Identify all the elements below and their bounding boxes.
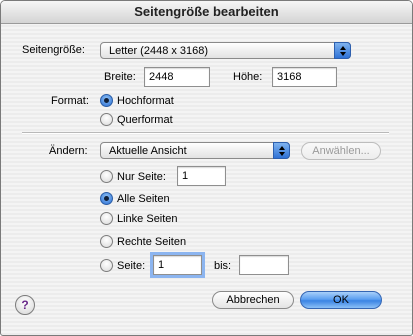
- dialog-window: Seitengröße bearbeiten Seitengröße: Lett…: [0, 0, 413, 336]
- landscape-radio[interactable]: [100, 113, 113, 126]
- page-size-popup[interactable]: Letter (2448 x 3168): [100, 42, 351, 59]
- cancel-button[interactable]: Abbrechen: [212, 291, 294, 309]
- all-pages-radio[interactable]: [100, 192, 113, 205]
- width-field[interactable]: 2448: [144, 67, 210, 87]
- portrait-radio[interactable]: [100, 94, 113, 107]
- portrait-label[interactable]: Hochformat: [117, 93, 174, 109]
- page-from-field[interactable]: 1: [150, 252, 205, 278]
- landscape-label[interactable]: Querformat: [117, 112, 173, 128]
- separator: [22, 132, 389, 134]
- all-pages-label[interactable]: Alle Seiten: [117, 191, 170, 207]
- ok-button[interactable]: OK: [300, 291, 382, 309]
- page-size-value: Letter (2448 x 3168): [109, 45, 209, 57]
- page-size-label: Seitengröße:: [22, 44, 85, 56]
- width-label: Breite:: [104, 71, 136, 83]
- change-label: Ändern:: [49, 145, 88, 157]
- page-range-label[interactable]: Seite:: [117, 258, 145, 274]
- height-label: Höhe:: [233, 71, 263, 83]
- popup-arrows-icon: [273, 142, 290, 159]
- height-field[interactable]: 3168: [272, 67, 337, 87]
- format-label: Format:: [51, 95, 89, 107]
- only-page-label[interactable]: Nur Seite:: [117, 169, 166, 185]
- dialog-title: Seitengröße bearbeiten: [1, 1, 412, 24]
- only-page-field[interactable]: 1: [177, 166, 226, 186]
- only-page-radio[interactable]: [100, 170, 113, 183]
- help-button[interactable]: ?: [15, 295, 35, 315]
- page-range-radio[interactable]: [100, 259, 113, 272]
- left-pages-label[interactable]: Linke Seiten: [117, 211, 178, 227]
- left-pages-radio[interactable]: [100, 212, 113, 225]
- change-popup[interactable]: Aktuelle Ansicht: [100, 142, 290, 159]
- change-popup-value: Aktuelle Ansicht: [109, 145, 187, 157]
- right-pages-radio[interactable]: [100, 235, 113, 248]
- page-to-label: bis:: [214, 260, 232, 272]
- popup-arrows-icon: [334, 42, 351, 59]
- select-button[interactable]: Anwählen...: [301, 142, 381, 160]
- right-pages-label[interactable]: Rechte Seiten: [117, 234, 186, 250]
- page-to-field[interactable]: [239, 255, 289, 275]
